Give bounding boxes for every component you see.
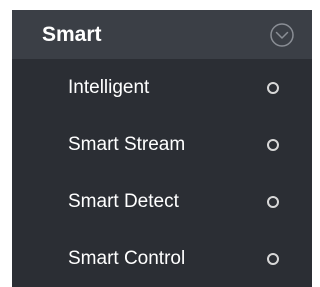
menu-item-label: Smart Control [68,248,186,269]
radio-circle-icon [267,82,279,94]
menu-item-smart-detect[interactable]: Smart Detect [12,173,312,230]
smart-section-header[interactable]: Smart [12,10,312,59]
chevron-down-circle-icon[interactable] [270,23,294,47]
menu-item-label: Smart Stream [68,134,186,155]
smart-panel: Smart Intelligent Smart Stream Smart Det… [0,0,319,287]
menu-item-label: Intelligent [68,77,150,98]
radio-circle-icon [267,196,279,208]
radio-circle-icon [267,139,279,151]
menu-item-smart-control[interactable]: Smart Control [12,230,312,287]
menu-item-label: Smart Detect [68,191,179,212]
radio-circle-icon [267,253,279,265]
section-title: Smart [42,23,102,46]
menu-item-intelligent[interactable]: Intelligent [12,59,312,116]
smart-submenu: Intelligent Smart Stream Smart Detect Sm… [12,59,312,287]
menu-item-smart-stream[interactable]: Smart Stream [12,116,312,173]
